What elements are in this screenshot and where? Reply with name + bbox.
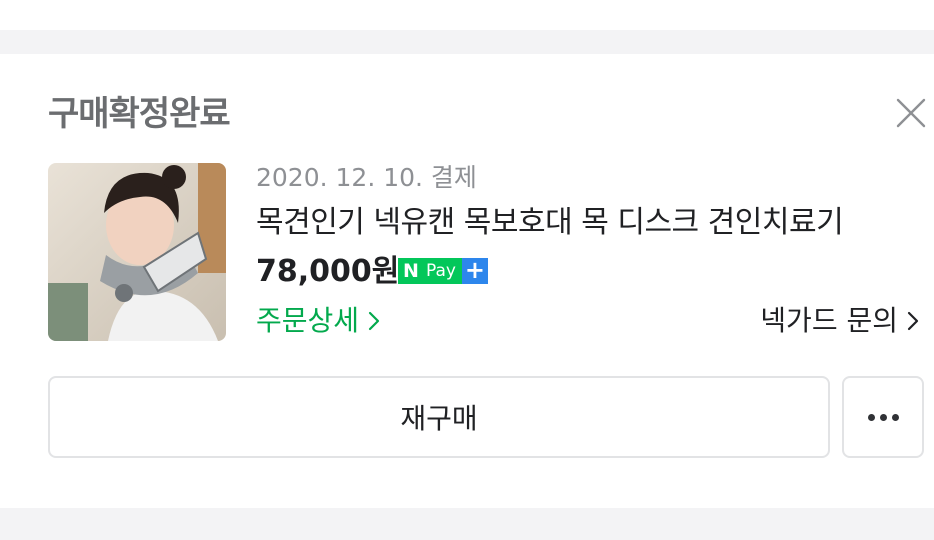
more-options-button[interactable]	[842, 376, 924, 458]
section-divider-top	[0, 30, 934, 54]
npay-plus-icon: +	[461, 258, 488, 284]
product-name[interactable]: 목견인기 넥유캔 목보호대 목 디스크 견인치료기	[256, 200, 844, 246]
section-divider-bottom	[0, 508, 934, 540]
rebuy-button[interactable]: 재구매	[48, 376, 830, 458]
npay-n-logo: N	[398, 258, 424, 284]
order-detail-link[interactable]: 주문상세	[256, 300, 385, 342]
seller-inquiry-label: 넥가드 문의	[760, 304, 898, 337]
npay-pay-label: Pay	[424, 258, 462, 284]
chevron-right-icon	[907, 311, 919, 331]
payment-date: 2020. 12. 10. 결제	[256, 163, 477, 192]
order-status-title: 구매확정완료	[48, 94, 231, 134]
product-price: 78,000원	[256, 254, 400, 289]
seller-inquiry-link[interactable]: 넥가드 문의	[760, 300, 924, 342]
more-dots-icon	[867, 413, 899, 421]
product-thumbnail[interactable]	[48, 163, 226, 341]
chevron-right-icon	[368, 311, 380, 331]
order-detail-label: 주문상세	[256, 304, 360, 337]
npay-badge: N Pay +	[398, 258, 488, 284]
close-icon[interactable]	[894, 96, 928, 130]
